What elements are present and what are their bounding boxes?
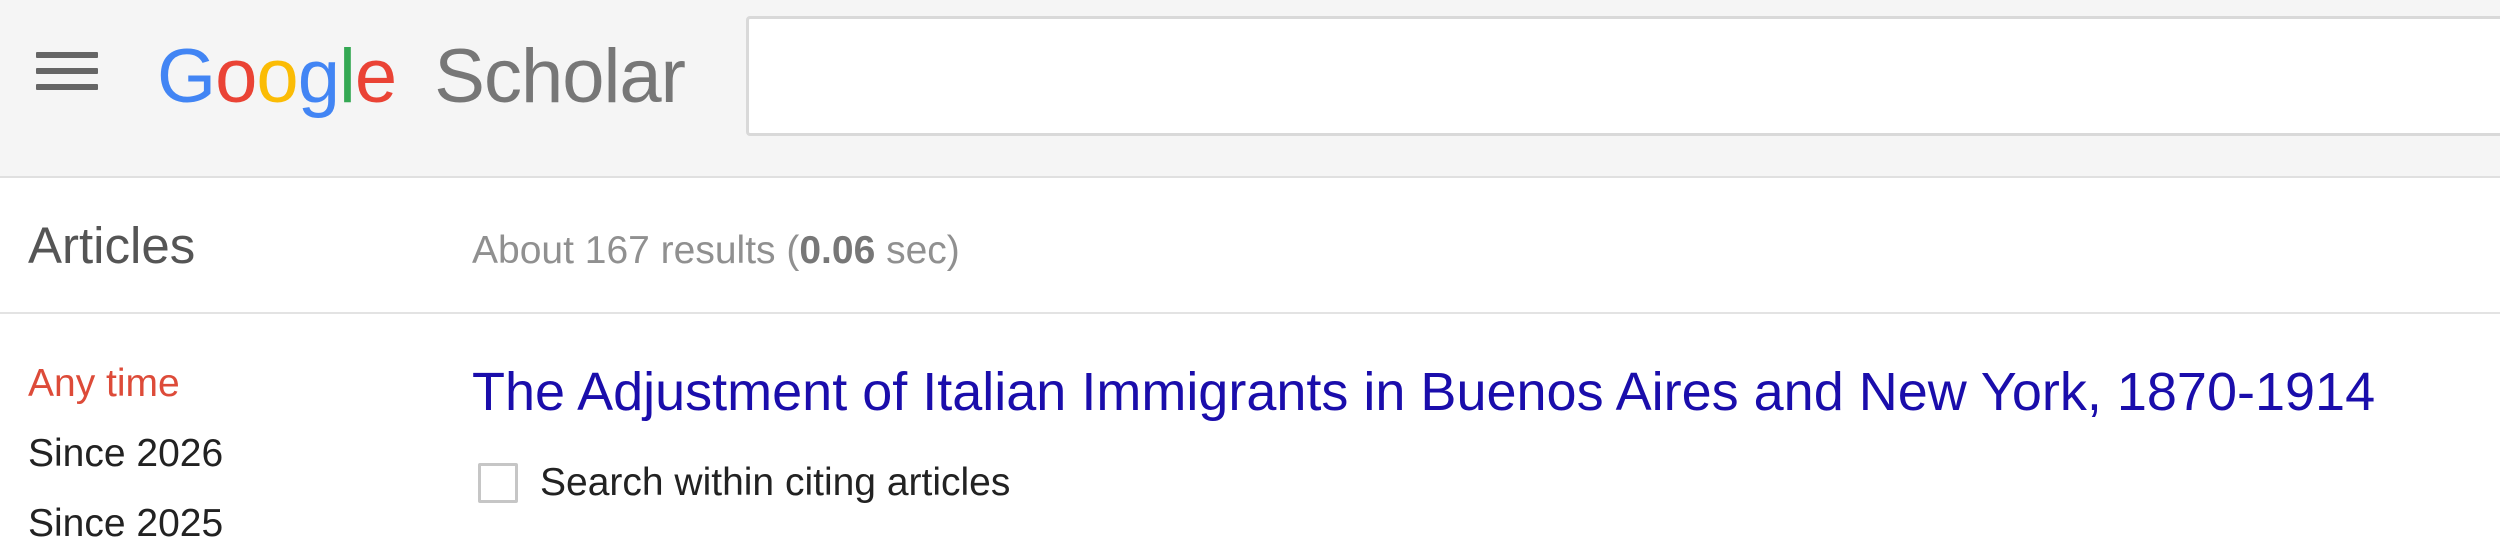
result-title-link[interactable]: The Adjustment of Italian Immigrants in … (472, 355, 2375, 429)
section-title: Articles (28, 217, 196, 274)
search-within-citing[interactable]: Search within citing articles (478, 454, 1010, 512)
filter-since-2026[interactable]: Since 2026 (28, 424, 223, 484)
stats-prefix: About 167 results ( (472, 229, 800, 272)
results-subheader: Articles About 167 results (0.06 sec) (0, 178, 2500, 314)
result-stats: About 167 results (0.06 sec) (472, 216, 960, 286)
logo-letter: g (297, 34, 340, 119)
stats-time: 0.06 (799, 229, 876, 272)
scholar-wordmark: Scholar (434, 34, 686, 119)
stats-suffix: sec) (875, 229, 960, 272)
filter-since-2025[interactable]: Since 2025 (28, 494, 223, 554)
logo-letter: o (256, 34, 298, 119)
citing-label: Search within citing articles (540, 461, 1011, 504)
logo-letter: e (354, 34, 397, 119)
filter-any-time[interactable]: Any time (28, 354, 180, 414)
menu-bar-bottom (36, 84, 98, 90)
search-input[interactable] (746, 16, 2500, 136)
logo-letter: G (157, 34, 216, 119)
logo-letter: o (215, 34, 257, 119)
menu-bar-top (36, 52, 98, 58)
menu-bar-middle (36, 68, 98, 74)
top-header: Google Scholar (0, 0, 2500, 178)
hamburger-menu-icon[interactable] (28, 38, 106, 104)
citing-checkbox[interactable] (478, 463, 518, 503)
google-wordmark: Google (157, 34, 416, 119)
google-scholar-logo[interactable]: Google Scholar (157, 22, 686, 132)
logo-letter: l (338, 34, 356, 119)
